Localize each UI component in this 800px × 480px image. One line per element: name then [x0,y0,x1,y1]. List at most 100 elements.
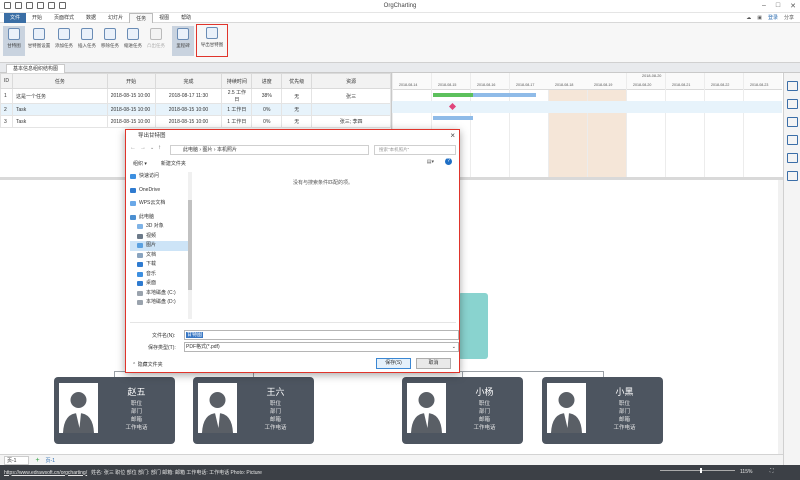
nav-disk-d[interactable]: 本地磁盘 (D:) [130,298,191,308]
indent-task-button[interactable]: 缩进任务 [122,26,144,56]
menu-slides[interactable]: 幻灯片 [102,13,129,23]
zoom-slider-thumb[interactable] [700,468,702,473]
table-cell[interactable]: Task [11,115,108,128]
menu-page-style[interactable]: 页面样式 [48,13,80,23]
org-node-shape[interactable] [458,293,488,359]
page-selector[interactable]: 页-1 [4,455,30,465]
table-cell[interactable]: 无 [281,88,313,104]
table-cell[interactable]: 无 [281,103,313,116]
login-link[interactable]: 登录 [768,14,778,21]
org-card[interactable]: 王六 职位 部门 邮箱 工作电话 [193,377,314,444]
table-cell[interactable]: 2 [0,103,13,116]
task-progress-bar[interactable] [433,93,473,97]
table-cell[interactable] [311,103,391,116]
task-bar[interactable] [433,116,473,120]
column-header[interactable]: 优先级 [281,73,313,89]
add-task-button[interactable]: 添加任务 [53,26,75,56]
table-cell[interactable]: 0% [251,115,283,128]
search-input[interactable]: 搜索"本机照片" [374,145,456,155]
table-cell[interactable]: 2018-08-15 10:00 [106,88,156,104]
nav-desktop[interactable]: 桌面 [130,279,191,289]
menu-data[interactable]: 数据 [80,13,102,23]
column-header[interactable]: 资源 [311,73,391,89]
column-header[interactable]: 开始 [106,73,156,89]
outdent-task-button[interactable]: 凸出任务 [145,26,167,56]
table-cell[interactable]: 1 工作日 [221,103,253,116]
table-cell[interactable]: 38% [251,88,283,104]
back-icon[interactable]: ← [130,145,136,151]
nav-wps-cloud[interactable]: WPS云文档 [130,199,191,209]
table-cell[interactable]: 2018-08-15 10:00 [106,115,156,128]
add-page-icon[interactable]: + [35,457,39,464]
nav-this-pc[interactable]: 此电脑 [130,213,191,223]
table-row[interactable]: 2 Task 2018-08-15 10:00 2018-08-15 10:00… [0,103,391,116]
nav-videos[interactable]: 视频 [130,232,191,242]
website-link[interactable]: https://www.edrawsoft.cn/orgcharting/ [4,470,87,476]
table-cell[interactable]: 这是一个任务 [11,88,108,104]
milestone-button[interactable]: 里程碑 [172,26,194,56]
share-link[interactable]: 分享 [784,14,794,21]
nav-pictures[interactable]: 图片 [130,241,191,251]
table-row[interactable]: 1 这是一个任务 2018-08-15 10:00 2018-08-17 11:… [0,88,391,104]
table-cell[interactable]: 2018-08-17 11:30 [154,88,223,104]
nav-documents[interactable]: 文档 [130,251,191,261]
menu-task[interactable]: 任务 [129,12,154,23]
table-cell[interactable]: 3 [0,115,13,128]
gantt-chart-button[interactable]: 甘特图 [3,26,25,56]
menu-help[interactable]: 帮助 [175,13,197,23]
column-header[interactable]: 完成 [154,73,223,89]
table-cell[interactable]: 0% [251,103,283,116]
path-segment[interactable]: 此电脑 [183,147,198,153]
insert-task-button[interactable]: 插入任务 [76,26,98,56]
canvas-scrollbar[interactable] [778,180,783,454]
nav-music[interactable]: 音乐 [130,270,191,280]
column-header[interactable]: 任务 [11,73,108,89]
nav-3d-objects[interactable]: 3D 对象 [130,222,191,232]
search-icon[interactable] [786,171,798,181]
gift-icon[interactable]: ▣ [757,15,762,21]
menu-file[interactable]: 文件 [4,12,27,23]
table-cell[interactable]: 无 [281,115,313,128]
filename-input[interactable]: 甘特图 [184,330,459,340]
export-gantt-button[interactable]: 导出甘特图 [196,24,228,57]
maximize-icon[interactable]: □ [776,2,780,10]
org-card[interactable]: 小黑 职位 部门 邮箱 工作电话 [542,377,663,444]
cancel-button[interactable]: 取消 [416,358,451,369]
page-icon[interactable] [786,81,798,91]
list-icon[interactable] [786,153,798,163]
nav-quick-access[interactable]: 快速访问 [130,172,191,182]
filetype-select[interactable]: PDF格式(*.pdf) ⌄ [184,342,459,352]
column-header[interactable]: ID [0,73,13,89]
gantt-settings-button[interactable]: 甘特图设置 [26,26,52,56]
table-cell[interactable]: 张三; 李四 [311,115,391,128]
hide-folders-toggle[interactable]: ⌃ 隐藏文件夹 [132,361,163,368]
path-input[interactable]: 此电脑 › 图片 › 本机照片 [170,145,369,155]
table-cell[interactable]: 2018-08-15 10:00 [154,103,223,116]
new-folder-button[interactable]: 新建文件夹 [161,160,186,167]
path-segment[interactable]: 本机照片 [217,147,237,153]
task-bar[interactable] [473,93,536,97]
menu-view[interactable]: 视图 [153,13,175,23]
menu-home[interactable]: 开始 [26,13,48,23]
table-cell[interactable]: 2018-08-15 10:00 [106,103,156,116]
table-cell[interactable]: 2018-08-15 10:00 [154,115,223,128]
nav-disk-c[interactable]: 本地磁盘 (C:) [130,289,191,299]
cloud-icon[interactable]: ☁ [746,15,751,21]
organize-button[interactable]: 组织 ▾ [133,160,147,167]
document-tab[interactable]: 基本信息组织结构图 [6,64,66,73]
nav-onedrive[interactable]: OneDrive [130,186,191,196]
column-header[interactable]: 持续时间 [221,73,253,89]
nav-downloads[interactable]: 下载 [130,260,191,270]
data-icon[interactable] [786,117,798,127]
table-row[interactable]: 3 Task 2018-08-15 10:00 2018-08-15 10:00… [0,115,391,128]
view-icon[interactable]: ▤▾ [427,159,434,165]
zoom-slider[interactable] [660,470,735,471]
close-icon[interactable]: ✕ [790,2,796,10]
table-cell[interactable]: 1 [0,88,13,104]
table-cell[interactable]: 1 工作日 [221,115,253,128]
save-button[interactable]: 保存(S) [376,358,411,369]
table-cell[interactable]: 张三 [311,88,391,104]
org-card[interactable]: 小杨 职位 部门 邮箱 工作电话 [402,377,523,444]
page-tab[interactable]: 页-1 [46,457,55,464]
org-card[interactable]: 赵五 职位 部门 邮箱 工作电话 [54,377,175,444]
